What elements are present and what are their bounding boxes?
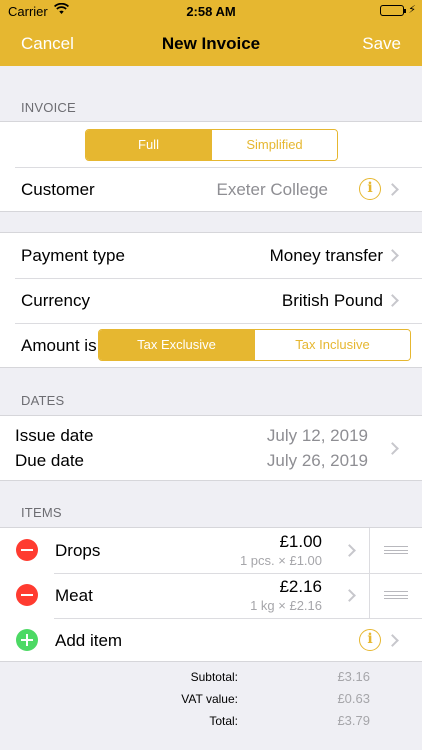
chevron-right-icon bbox=[386, 442, 399, 455]
vat-label: VAT value: bbox=[181, 692, 238, 706]
item-detail: 1 pcs. × £1.00 bbox=[239, 553, 322, 568]
vat-value: £0.63 bbox=[337, 691, 370, 706]
chevron-right-icon bbox=[386, 634, 399, 647]
chevron-right-icon bbox=[386, 183, 399, 196]
dates-group[interactable]: Issue date July 12, 2019 Due date July 2… bbox=[0, 415, 422, 481]
payment-group: Payment type Money transfer Currency Bri… bbox=[0, 232, 422, 368]
navigation-bar: Cancel New Invoice Save bbox=[0, 22, 422, 66]
section-header-dates: DATES bbox=[21, 393, 65, 408]
add-icon[interactable] bbox=[16, 629, 38, 651]
chevron-right-icon bbox=[386, 294, 399, 307]
section-header-invoice: INVOICE bbox=[21, 100, 76, 115]
totals-summary: Subtotal: £3.16 VAT value: £0.63 Total: … bbox=[0, 668, 422, 738]
item-price: £2.16 bbox=[279, 577, 322, 596]
invoice-type-simplified[interactable]: Simplified bbox=[211, 130, 337, 160]
customer-label: Customer bbox=[21, 180, 95, 199]
due-date-label: Due date bbox=[15, 451, 84, 470]
status-bar: Carrier 2:58 AM ⚡ bbox=[0, 0, 422, 22]
item-name: Meat bbox=[55, 586, 93, 605]
customer-row[interactable]: Customer Exeter College i bbox=[0, 167, 422, 212]
chevron-right-icon bbox=[343, 544, 356, 557]
section-header-items: ITEMS bbox=[21, 505, 62, 520]
delete-icon[interactable] bbox=[16, 584, 38, 606]
currency-row[interactable]: Currency British Pound bbox=[0, 278, 422, 323]
item-detail: 1 kg × £2.16 bbox=[250, 598, 322, 613]
currency-label: Currency bbox=[21, 291, 90, 310]
total-value: £3.79 bbox=[337, 713, 370, 728]
divider bbox=[369, 528, 370, 573]
payment-type-label: Payment type bbox=[21, 246, 125, 265]
subtotal-label: Subtotal: bbox=[190, 670, 238, 684]
item-price: £1.00 bbox=[279, 532, 322, 551]
info-icon[interactable]: i bbox=[359, 178, 381, 200]
due-date-value: July 26, 2019 bbox=[266, 451, 368, 470]
invoice-type-segmented-control: Full Simplified bbox=[85, 129, 338, 161]
subtotal-value: £3.16 bbox=[337, 669, 370, 684]
issue-date-value: July 12, 2019 bbox=[266, 426, 368, 445]
item-row[interactable]: Drops £1.00 1 pcs. × £1.00 bbox=[0, 528, 422, 573]
divider bbox=[369, 573, 370, 618]
reorder-handle-icon[interactable] bbox=[384, 546, 408, 554]
info-icon[interactable]: i bbox=[359, 629, 381, 651]
add-item-row[interactable]: Add item i bbox=[0, 618, 422, 663]
tax-mode-segmented-control: Tax Exclusive Tax Inclusive bbox=[98, 329, 411, 361]
total-label: Total: bbox=[209, 714, 238, 728]
invoice-type-full[interactable]: Full bbox=[86, 130, 211, 160]
battery-icon bbox=[380, 5, 406, 16]
item-name: Drops bbox=[55, 541, 101, 560]
items-group: Drops £1.00 1 pcs. × £1.00 Meat £2.16 1 … bbox=[0, 527, 422, 662]
chevron-right-icon bbox=[386, 249, 399, 262]
page-title: New Invoice bbox=[161, 34, 261, 53]
reorder-handle-icon[interactable] bbox=[384, 591, 408, 599]
clock: 2:58 AM bbox=[186, 4, 236, 19]
payment-type-row[interactable]: Payment type Money transfer bbox=[0, 233, 422, 278]
amount-is-label: Amount is bbox=[21, 336, 97, 355]
add-item-label: Add item bbox=[55, 631, 123, 650]
customer-value: Exeter College bbox=[216, 180, 328, 199]
issue-date-label: Issue date bbox=[15, 426, 94, 445]
invoice-group: Full Simplified Customer Exeter College … bbox=[0, 121, 422, 212]
save-button[interactable]: Save bbox=[362, 34, 401, 54]
currency-value: British Pound bbox=[281, 291, 383, 310]
charging-icon: ⚡ bbox=[408, 4, 416, 16]
item-row[interactable]: Meat £2.16 1 kg × £2.16 bbox=[0, 573, 422, 618]
payment-type-value: Money transfer bbox=[269, 246, 383, 265]
delete-icon[interactable] bbox=[16, 539, 38, 561]
amount-is-row: Amount is Tax Exclusive Tax Inclusive bbox=[0, 323, 422, 368]
chevron-right-icon bbox=[343, 589, 356, 602]
tax-exclusive-option[interactable]: Tax Exclusive bbox=[99, 330, 254, 360]
tax-inclusive-option[interactable]: Tax Inclusive bbox=[254, 330, 410, 360]
